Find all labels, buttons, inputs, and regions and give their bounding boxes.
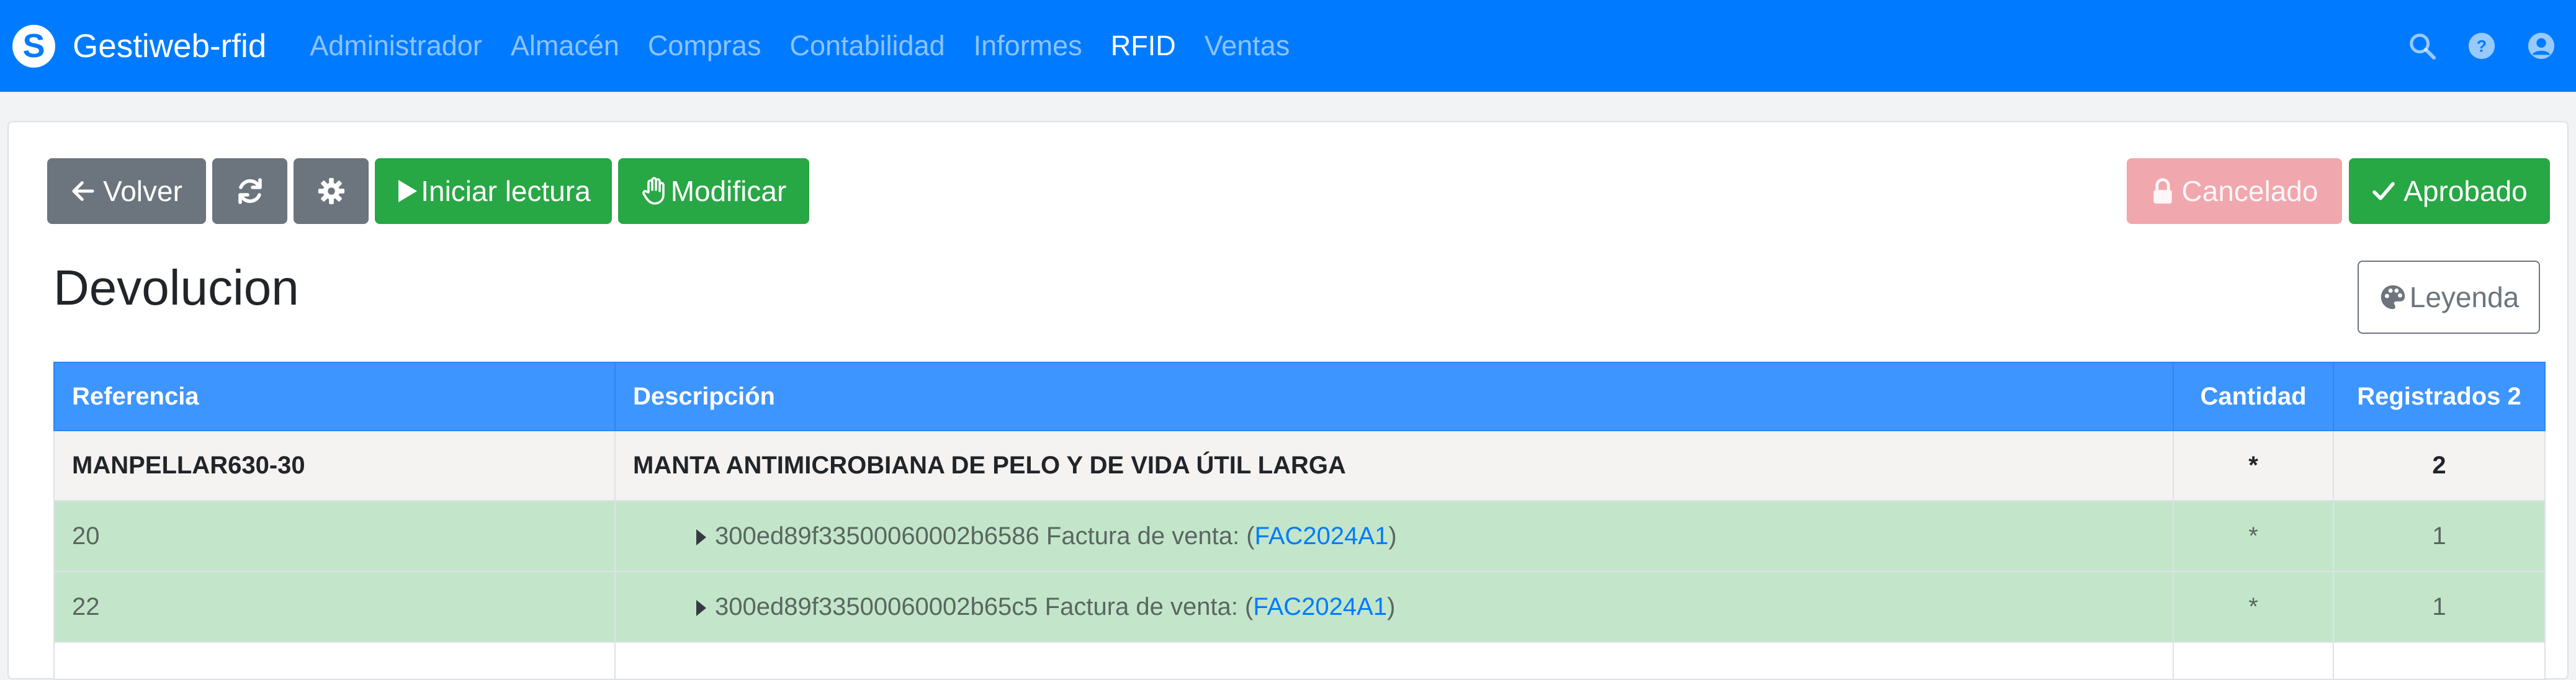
caret-right-icon[interactable] <box>696 529 706 545</box>
cell-empty <box>2333 642 2546 680</box>
document-prefix: Factura de venta: ( <box>1046 522 1255 550</box>
page-title: Devolucion <box>53 260 299 315</box>
cell-registrados: 1 <box>2333 500 2546 572</box>
menu-item-almacen[interactable]: Almacén <box>511 30 619 62</box>
column-header-descripcion[interactable]: Descripción <box>614 362 2174 431</box>
cell-tag-description: 300ed89f33500060002b65c5 Factura de vent… <box>614 571 2174 643</box>
column-header-registrados[interactable]: Registrados 2 <box>2333 362 2546 431</box>
invoice-link[interactable]: FAC2024A1 <box>1255 522 1389 550</box>
tag-epc: 300ed89f33500060002b6586 <box>715 522 1039 550</box>
cancelled-button[interactable]: Cancelado <box>2127 158 2342 224</box>
approved-button[interactable]: Aprobado <box>2349 158 2550 224</box>
document-prefix: Factura de venta: ( <box>1044 593 1254 620</box>
refresh-icon <box>235 176 265 206</box>
table-row-product[interactable]: MANPELLAR630-30 MANTA ANTIMICROBIANA DE … <box>53 430 2546 501</box>
top-navbar: S Gestiweb-rfid Administrador Almacén Co… <box>0 0 2576 92</box>
invoice-link[interactable]: FAC2024A1 <box>1253 593 1387 620</box>
menu-item-ventas[interactable]: Ventas <box>1205 30 1290 62</box>
cell-registrados: 2 <box>2333 430 2546 501</box>
cell-empty <box>2173 642 2334 680</box>
start-reading-label: Iniciar lectura <box>421 175 591 207</box>
table-row-empty <box>53 642 2546 680</box>
cell-cantidad: * <box>2173 500 2334 572</box>
approved-label: Aprobado <box>2403 175 2528 207</box>
cell-referencia: 20 <box>53 500 616 572</box>
menu-item-contabilidad[interactable]: Contabilidad <box>789 30 945 62</box>
table-row-tag[interactable]: 22 300ed89f33500060002b65c5 Factura de v… <box>53 571 2546 643</box>
help-icon[interactable]: ? <box>2466 30 2498 62</box>
modify-button[interactable]: Modificar <box>618 158 809 224</box>
gear-icon <box>317 177 346 205</box>
cell-cantidad: * <box>2173 430 2334 501</box>
back-button-label: Volver <box>103 175 182 207</box>
play-icon <box>396 179 418 204</box>
back-button[interactable]: Volver <box>47 158 206 224</box>
user-icon[interactable] <box>2525 30 2557 62</box>
menu-item-administrador[interactable]: Administrador <box>310 30 482 62</box>
cancelled-label: Cancelado <box>2181 175 2318 207</box>
brand-name: Gestiweb-rfid <box>73 27 267 65</box>
settings-button[interactable] <box>294 158 369 224</box>
arrow-left-icon <box>71 179 96 204</box>
modify-label: Modificar <box>670 175 787 207</box>
cell-empty <box>53 642 616 680</box>
cell-empty <box>614 642 2174 680</box>
palette-icon <box>2379 283 2407 311</box>
cell-referencia: MANPELLAR630-30 <box>53 430 616 501</box>
cell-descripcion: MANTA ANTIMICROBIANA DE PELO Y DE VIDA Ú… <box>614 430 2174 501</box>
menu-item-compras[interactable]: Compras <box>648 30 761 62</box>
lock-icon <box>2151 177 2174 205</box>
document-suffix: ) <box>1387 593 1396 620</box>
legend-label: Leyenda <box>2409 281 2520 313</box>
navbar-actions: ? <box>2379 30 2557 62</box>
caret-right-icon[interactable] <box>696 599 706 616</box>
check-icon <box>2371 179 2396 204</box>
hand-icon <box>641 176 668 206</box>
tag-epc: 300ed89f33500060002b65c5 <box>715 593 1038 620</box>
document-suffix: ) <box>1388 522 1397 550</box>
menu-item-rfid[interactable]: RFID <box>1111 30 1176 62</box>
return-items-table: Referencia Descripción Cantidad Registra… <box>53 362 2546 680</box>
cell-registrados: 1 <box>2333 571 2546 643</box>
svg-text:?: ? <box>2477 37 2487 56</box>
cell-tag-description: 300ed89f33500060002b6586 Factura de vent… <box>614 500 2174 572</box>
table-row-tag[interactable]: 20 300ed89f33500060002b6586 Factura de v… <box>53 500 2546 572</box>
search-icon[interactable] <box>2406 30 2438 62</box>
table-header-row: Referencia Descripción Cantidad Registra… <box>53 362 2546 431</box>
column-header-referencia[interactable]: Referencia <box>53 362 616 431</box>
brand[interactable]: S Gestiweb-rfid <box>12 24 267 68</box>
menu-item-informes[interactable]: Informes <box>974 30 1082 62</box>
start-reading-button[interactable]: Iniciar lectura <box>375 158 612 224</box>
cell-referencia: 22 <box>53 571 616 643</box>
legend-button[interactable]: Leyenda <box>2358 261 2540 334</box>
cell-cantidad: * <box>2173 571 2334 643</box>
refresh-button[interactable] <box>212 158 287 224</box>
column-header-cantidad[interactable]: Cantidad <box>2173 362 2334 431</box>
brand-logo-icon: S <box>12 24 55 68</box>
main-menu: Administrador Almacén Compras Contabilid… <box>310 30 1318 62</box>
